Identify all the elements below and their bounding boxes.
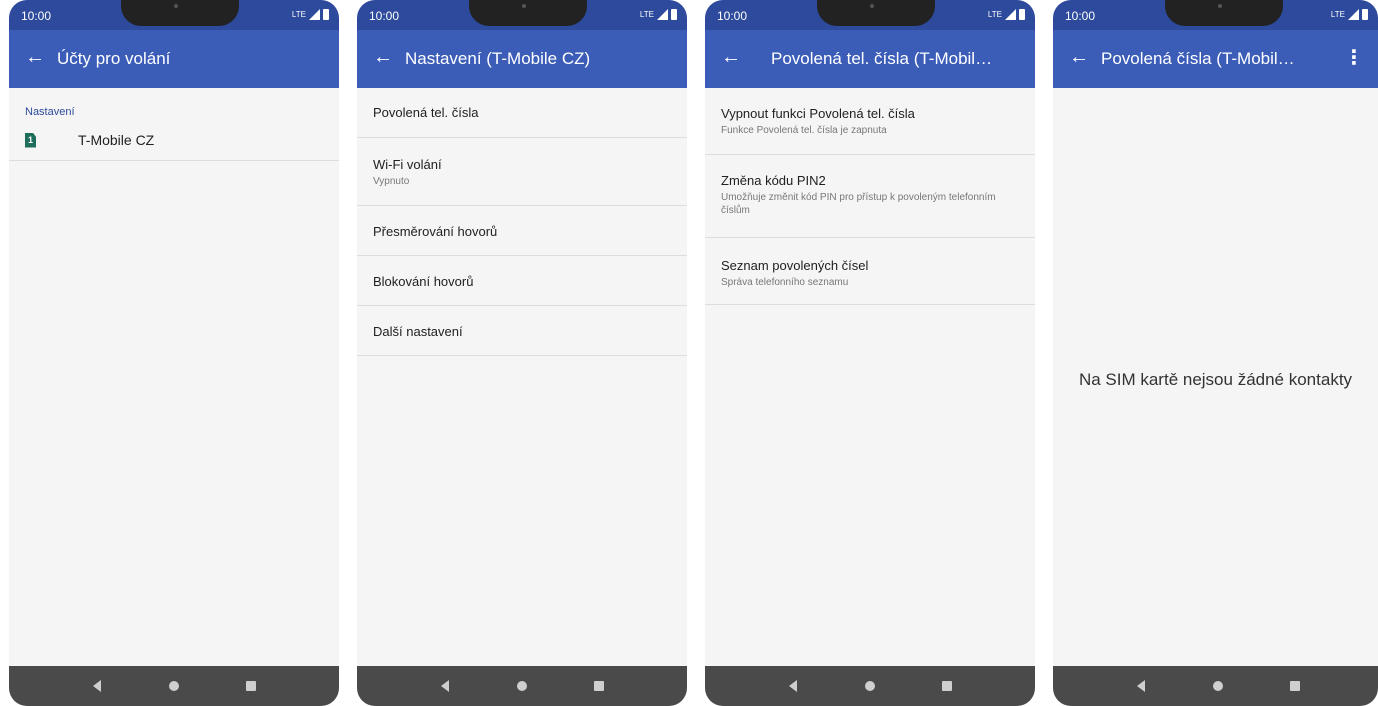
app-bar: ← Povolená tel. čísla (T-Mobil…: [705, 30, 1035, 88]
status-icons: LTE: [988, 9, 1025, 20]
network-type-label: LTE: [291, 10, 306, 19]
nav-back-icon[interactable]: [1137, 680, 1145, 692]
camera-notch: [1165, 0, 1283, 26]
change-pin2-item[interactable]: Změna kódu PIN2 Umožňuje změnit kód PIN …: [705, 155, 1035, 238]
status-bar: 10:00 LTE: [357, 0, 687, 30]
network-type-label: LTE: [1330, 10, 1345, 19]
setting-item-wifi-calling[interactable]: Wi-Fi volání Vypnuto: [357, 138, 687, 206]
battery-icon: [671, 9, 677, 20]
fdn-disable-item[interactable]: Vypnout funkci Povolená tel. čísla Funkc…: [705, 88, 1035, 155]
status-icons: LTE: [1331, 9, 1368, 20]
account-row-t-mobile[interactable]: 1 T-Mobile CZ: [9, 120, 339, 161]
camera-dot: [174, 4, 178, 8]
setting-item-call-forwarding[interactable]: Přesměrování hovorů: [357, 206, 687, 256]
phone-screen-fdn-settings: 10:00 LTE ← Povolená tel. čísla (T-Mobil…: [705, 0, 1035, 706]
app-bar: ← Účty pro volání: [9, 30, 339, 88]
camera-dot: [1218, 4, 1222, 8]
setting-title: Blokování hovorů: [373, 274, 474, 289]
content: Nastavení 1 T-Mobile CZ: [9, 88, 339, 666]
camera-dot: [870, 4, 874, 8]
nav-recents-icon[interactable]: [942, 681, 952, 691]
battery-icon: [323, 9, 329, 20]
account-label: T-Mobile CZ: [78, 132, 155, 148]
nav-home-icon[interactable]: [517, 681, 527, 691]
setting-title: Povolená tel. čísla: [373, 105, 479, 120]
fdn-list-item[interactable]: Seznam povolených čísel Správa telefonní…: [705, 238, 1035, 305]
setting-subtitle: Funkce Povolená tel. čísla je zapnuta: [721, 125, 887, 136]
nav-back-icon[interactable]: [441, 680, 449, 692]
setting-subtitle: Vypnuto: [373, 176, 410, 187]
nav-home-icon[interactable]: [1213, 681, 1223, 691]
status-bar: 10:00 LTE: [705, 0, 1035, 30]
camera-notch: [121, 0, 239, 26]
page-title: Účty pro volání: [57, 49, 171, 68]
nav-recents-icon[interactable]: [246, 681, 256, 691]
setting-subtitle: Umožňuje změnit kód PIN pro přístup k po…: [721, 192, 996, 216]
phone-screen-calling-accounts: 10:00 LTE ← Účty pro volání Nastavení 1 …: [9, 0, 339, 706]
app-bar: ← Nastavení (T-Mobile CZ): [357, 30, 687, 88]
setting-title: Změna kódu PIN2: [721, 173, 826, 188]
setting-item-call-barring[interactable]: Blokování hovorů: [357, 256, 687, 306]
status-time: 10:00: [369, 9, 400, 23]
status-bar: 10:00 LTE: [1053, 0, 1378, 30]
more-vert-icon[interactable]: ⋮: [1344, 45, 1364, 70]
camera-notch: [469, 0, 587, 26]
signal-icon: [1348, 9, 1359, 20]
phone-screen-network-settings: 10:00 LTE ← Nastavení (T-Mobile CZ) Povo…: [357, 0, 687, 706]
signal-icon: [657, 9, 668, 20]
setting-title: Seznam povolených čísel: [721, 258, 869, 273]
page-title: Povolená čísla (T-Mobil…: [1101, 49, 1295, 68]
empty-state-message: Na SIM kartě nejsou žádné kontakty: [1078, 370, 1353, 389]
sim-card-icon: 1: [25, 132, 36, 148]
setting-item-fdn[interactable]: Povolená tel. čísla: [357, 88, 687, 138]
status-icons: LTE: [292, 9, 329, 20]
nav-back-icon[interactable]: [789, 680, 797, 692]
settings-list: Povolená tel. čísla Wi-Fi volání Vypnuto…: [357, 88, 687, 666]
network-type-label: LTE: [639, 10, 654, 19]
page-title: Povolená tel. čísla (T-Mobil…: [771, 49, 993, 68]
battery-icon: [1362, 9, 1368, 20]
network-type-label: LTE: [987, 10, 1002, 19]
nav-home-icon[interactable]: [169, 681, 179, 691]
back-arrow-icon[interactable]: ←: [1069, 47, 1089, 67]
setting-title: Další nastavení: [373, 324, 463, 339]
section-header: Nastavení: [25, 106, 75, 118]
navigation-bar: [9, 666, 339, 706]
back-arrow-icon[interactable]: ←: [721, 47, 741, 67]
phone-screen-fdn-list: 10:00 LTE ← Povolená čísla (T-Mobil… ⋮ N…: [1053, 0, 1378, 706]
contacts-content: Na SIM kartě nejsou žádné kontakty: [1053, 88, 1378, 666]
navigation-bar: [357, 666, 687, 706]
setting-title: Přesměrování hovorů: [373, 224, 498, 239]
nav-home-icon[interactable]: [865, 681, 875, 691]
camera-notch: [817, 0, 935, 26]
signal-icon: [309, 9, 320, 20]
setting-subtitle: Správa telefonního seznamu: [721, 277, 849, 288]
setting-title: Vypnout funkci Povolená tel. čísla: [721, 106, 915, 121]
camera-dot: [522, 4, 526, 8]
signal-icon: [1005, 9, 1016, 20]
battery-icon: [1019, 9, 1025, 20]
nav-back-icon[interactable]: [93, 680, 101, 692]
status-time: 10:00: [1065, 9, 1096, 23]
back-arrow-icon[interactable]: ←: [25, 47, 45, 67]
setting-title: Wi-Fi volání: [373, 157, 442, 172]
app-bar: ← Povolená čísla (T-Mobil… ⋮: [1053, 30, 1378, 88]
navigation-bar: [1053, 666, 1378, 706]
page-title: Nastavení (T-Mobile CZ): [405, 49, 591, 68]
setting-item-additional[interactable]: Další nastavení: [357, 306, 687, 356]
status-bar: 10:00 LTE: [9, 0, 339, 30]
nav-recents-icon[interactable]: [1290, 681, 1300, 691]
nav-recents-icon[interactable]: [594, 681, 604, 691]
fdn-options-list: Vypnout funkci Povolená tel. čísla Funkc…: [705, 88, 1035, 666]
navigation-bar: [705, 666, 1035, 706]
status-time: 10:00: [717, 9, 748, 23]
status-time: 10:00: [21, 9, 52, 23]
status-icons: LTE: [640, 9, 677, 20]
back-arrow-icon[interactable]: ←: [373, 47, 393, 67]
